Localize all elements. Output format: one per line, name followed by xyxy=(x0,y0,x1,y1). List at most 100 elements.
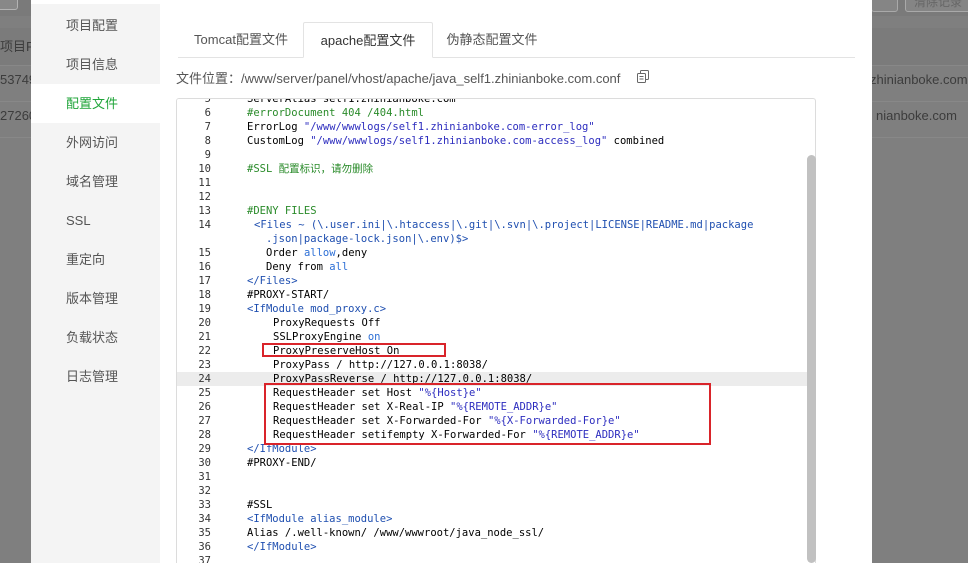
code-line[interactable]: 19 <IfModule mod_proxy.c> xyxy=(177,302,807,316)
code-line[interactable]: 29 </IfModule> xyxy=(177,442,807,456)
project-settings-dialog: 项目配置 项目信息 配置文件 外网访问 域名管理 SSL 重定向 版本管理 负载状态 日志管理 T… xyxy=(31,0,872,563)
code-token: ProxyPassReverse / http://127.0.0.1:8038… xyxy=(273,373,533,385)
sidebar-item[interactable]: 配置文件 xyxy=(31,84,160,123)
sidebar-item[interactable]: 版本管理 xyxy=(31,279,160,318)
code-line[interactable]: 8 CustomLog "/www/wwwlogs/self1.zhinianbo… xyxy=(177,134,807,148)
code-line[interactable]: 9 xyxy=(177,148,807,162)
code-line[interactable]: 17 </Files> xyxy=(177,274,807,288)
line-number: 18 xyxy=(198,289,211,301)
line-number: 37 xyxy=(198,555,211,563)
code-token: Alias /.well-known/ /www/wwwroot/java_no… xyxy=(247,527,545,539)
line-number: 9 xyxy=(204,149,211,161)
code-text: SSLProxyEngine on xyxy=(273,330,380,344)
code-text: RequestHeader set X-Forwarded-For "%{X-F… xyxy=(273,414,621,428)
code-text: </Files> xyxy=(247,274,298,288)
code-line[interactable]: 21 SSLProxyEngine on xyxy=(177,330,807,344)
code-line[interactable]: 35 Alias /.well-known/ /www/wwwroot/java_… xyxy=(177,526,807,540)
code-text: ServerAlias self1.zhinianboke.com xyxy=(247,99,456,106)
line-number: 7 xyxy=(204,121,211,133)
code-token: allow xyxy=(303,247,336,259)
code-line[interactable]: 26 RequestHeader set X-Real-IP "%{REMOTE_… xyxy=(177,400,807,414)
code-line[interactable]: 10 #SSL 配置标识，请勿删除 xyxy=(177,162,807,176)
line-number: 27 xyxy=(198,415,211,427)
code-line[interactable]: 7 ErrorLog "/www/wwwlogs/self1.zhinianbok… xyxy=(177,120,807,134)
code-line[interactable]: 31 xyxy=(177,470,807,484)
code-line[interactable]: 18 #PROXY-START/ xyxy=(177,288,807,302)
code-token: .json|package-lock.json|\.env)$> xyxy=(266,233,469,245)
line-number: 25 xyxy=(198,387,211,399)
code-text: </IfModule> xyxy=(247,442,317,456)
code-line[interactable]: 23 ProxyPass / http://127.0.0.1:8038/ xyxy=(177,358,807,372)
code-line[interactable]: 20 ProxyRequests Off xyxy=(177,316,807,330)
code-line[interactable]: 13 #DENY FILES xyxy=(177,204,807,218)
background-col-header: 项目P xyxy=(0,39,35,54)
sidebar-item[interactable]: 项目配置 xyxy=(31,6,160,45)
tab-tomcat-config[interactable]: Tomcat配置文件 xyxy=(178,22,304,58)
code-token: combined xyxy=(607,135,665,147)
code-line[interactable]: 33 #SSL xyxy=(177,498,807,512)
code-token: #SSL 配置标识，请勿删除 xyxy=(247,163,374,175)
copy-icon[interactable] xyxy=(637,70,649,83)
code-token: on xyxy=(367,331,381,343)
code-line[interactable]: 15 Order allow,deny xyxy=(177,246,807,260)
code-line[interactable]: .json|package-lock.json|\.env)$> xyxy=(177,232,807,246)
code-line[interactable]: 30 #PROXY-END/ xyxy=(177,456,807,470)
code-line[interactable]: 25 RequestHeader set Host "%{Host}e" xyxy=(177,386,807,400)
code-line[interactable]: 24 ProxyPassReverse / http://127.0.0.1:80… xyxy=(177,372,807,386)
line-number: 12 xyxy=(198,191,211,203)
code-line[interactable]: 6 #errorDocument 404 /404.html xyxy=(177,106,807,120)
tab-apache-config[interactable]: apache配置文件 xyxy=(303,22,433,58)
sidebar-item[interactable]: 项目信息 xyxy=(31,45,160,84)
background-clear-button: 清除记录 xyxy=(905,0,968,12)
code-text: RequestHeader set Host "%{Host}e" xyxy=(273,386,482,400)
code-line[interactable]: 22 ProxyPreserveHost On xyxy=(177,344,807,358)
line-number: 14 xyxy=(198,219,211,231)
code-line[interactable]: 14 <Files ~ (\.user.ini|\.htaccess|\.git|… xyxy=(177,218,807,232)
code-line[interactable]: 11 xyxy=(177,176,807,190)
code-token: "%{REMOTE_ADDR}e" xyxy=(450,401,558,413)
code-line[interactable]: 16 Deny from all xyxy=(177,260,807,274)
code-text: #SSL xyxy=(247,498,272,512)
code-line[interactable]: 34 <IfModule alias_module> xyxy=(177,512,807,526)
sidebar-item[interactable]: 日志管理 xyxy=(31,357,160,396)
code-line[interactable]: 36 </IfModule> xyxy=(177,540,807,554)
code-text: Alias /.well-known/ /www/wwwroot/java_no… xyxy=(247,526,544,540)
code-token: </IfModule> xyxy=(247,541,317,553)
code-line[interactable]: 5 ServerAlias self1.zhinianboke.com xyxy=(177,99,807,106)
code-token: #errorDocument 404 /404.html xyxy=(247,107,425,119)
line-number: 21 xyxy=(198,331,211,343)
code-text: #errorDocument 404 /404.html xyxy=(247,106,424,120)
sidebar-item[interactable]: 重定向 xyxy=(31,240,160,279)
code-text: ProxyPassReverse / http://127.0.0.1:8038… xyxy=(273,372,532,386)
file-location: 文件位置：/www/server/panel/vhost/apache/java… xyxy=(176,68,620,86)
line-number: 10 xyxy=(198,163,211,175)
code-text: <IfModule mod_proxy.c> xyxy=(247,302,386,316)
code-token: "/www/wwwlogs/self1.zhinianboke.com-erro… xyxy=(303,121,595,133)
code-line[interactable]: 27 RequestHeader set X-Forwarded-For "%{X… xyxy=(177,414,807,428)
line-number: 23 xyxy=(198,359,211,371)
code-text: ProxyPreserveHost On xyxy=(273,344,399,358)
line-number: 13 xyxy=(198,205,211,217)
tab-rewrite-config[interactable]: 伪静态配置文件 xyxy=(433,22,551,58)
code-token: "%{Host}e" xyxy=(418,387,482,399)
code-text: #DENY FILES xyxy=(247,204,317,218)
sidebar-item[interactable]: 外网访问 xyxy=(31,123,160,162)
code-line[interactable]: 37 xyxy=(177,554,807,563)
editor-scrollbar[interactable] xyxy=(807,155,816,563)
code-line[interactable]: 32 xyxy=(177,484,807,498)
code-text: CustomLog "/www/wwwlogs/self1.zhinianbok… xyxy=(247,134,664,148)
code-line[interactable]: 12 xyxy=(177,190,807,204)
code-text: <Files ~ (\.user.ini|\.htaccess|\.git|\.… xyxy=(254,218,753,232)
sidebar-item[interactable]: 域名管理 xyxy=(31,162,160,201)
file-location-path: /www/server/panel/vhost/apache/java_self… xyxy=(241,71,621,86)
code-token: "/www/wwwlogs/self1.zhinianboke.com-acce… xyxy=(310,135,608,147)
code-token: Order xyxy=(266,247,304,259)
code-editor[interactable]: 5 ServerAlias self1.zhinianboke.com 6 #erro… xyxy=(176,98,816,563)
line-number: 32 xyxy=(198,485,211,497)
background-row-domain: nianboke.com xyxy=(876,108,957,123)
code-token: Deny xyxy=(266,261,298,273)
sidebar-item[interactable]: SSL xyxy=(31,201,160,240)
sidebar-item[interactable]: 负载状态 xyxy=(31,318,160,357)
code-token: <IfModule mod_proxy.c> xyxy=(247,303,387,315)
code-line[interactable]: 28 RequestHeader setifempty X-Forwarded-F… xyxy=(177,428,807,442)
